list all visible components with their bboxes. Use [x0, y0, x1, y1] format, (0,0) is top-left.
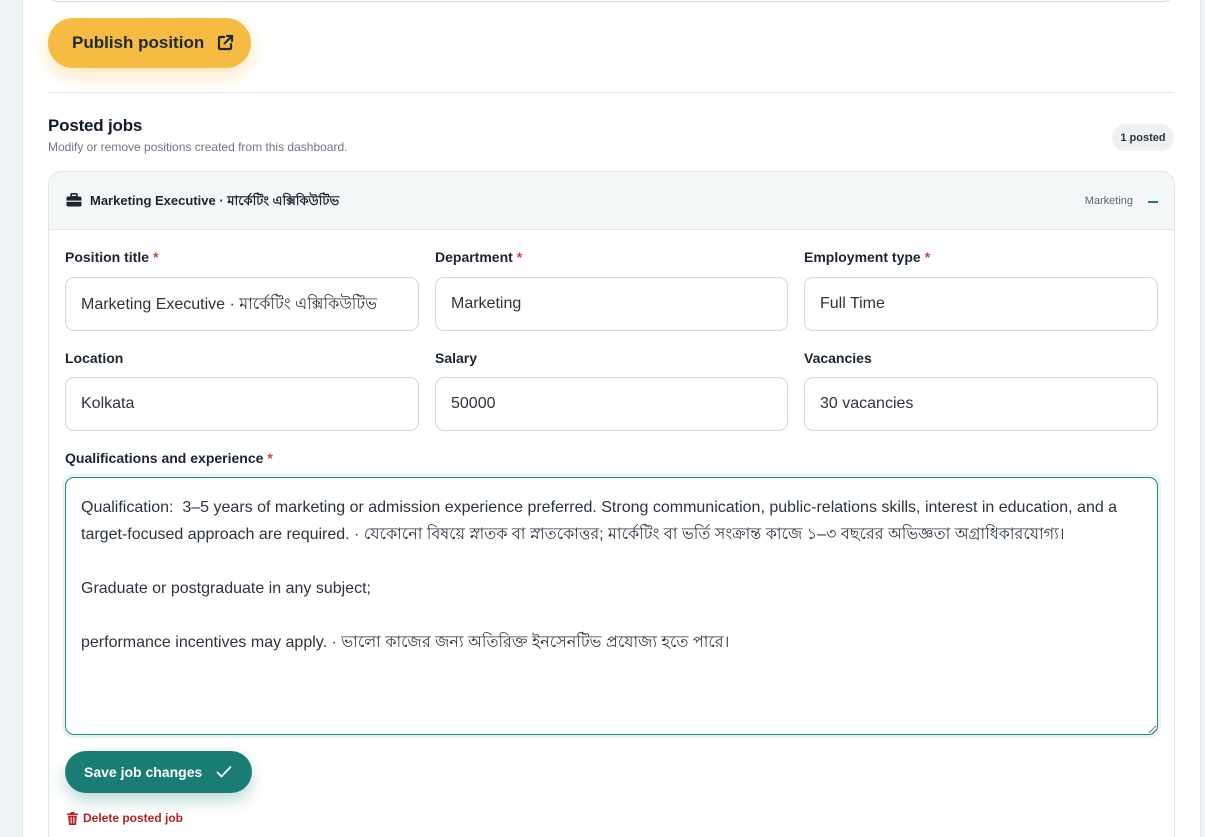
qualifications-label: Qualifications and experience *: [65, 450, 273, 466]
posted-jobs-subtitle: Modify or remove positions created from …: [48, 140, 348, 154]
required-marker: *: [924, 249, 931, 265]
vacancies-label: Vacancies: [804, 350, 872, 366]
collapse-minus-icon[interactable]: [1148, 201, 1158, 203]
job-department-tag: Marketing: [1084, 195, 1133, 207]
vacancies-input[interactable]: [804, 377, 1158, 431]
salary-input[interactable]: [435, 377, 788, 431]
position-title-label: Position title *: [65, 249, 159, 265]
publish-position-button[interactable]: Publish position: [48, 18, 251, 68]
section-divider: [48, 92, 1174, 93]
position-title-input[interactable]: [65, 277, 419, 331]
delete-posted-job-label: Delete posted job: [83, 811, 184, 825]
location-input[interactable]: [65, 377, 419, 431]
employment-type-input[interactable]: [804, 277, 1158, 331]
posted-jobs-title: Posted jobs: [48, 116, 143, 135]
department-label: Department *: [435, 249, 523, 265]
save-job-changes-label: Save job changes: [84, 764, 203, 780]
check-icon: [216, 766, 232, 778]
posted-count-badge: 1 posted: [1112, 124, 1174, 151]
required-marker: *: [516, 249, 523, 265]
required-marker: *: [153, 249, 159, 265]
job-card-header[interactable]: Marketing Executive · মার্কেটিং এক্সিকিউ…: [49, 172, 1174, 230]
trash-icon: [67, 811, 78, 825]
required-marker: *: [267, 450, 273, 466]
location-label: Location: [65, 350, 124, 366]
publish-position-label: Publish position: [72, 33, 205, 52]
save-job-changes-button[interactable]: Save job changes: [65, 751, 252, 793]
external-link-icon: [218, 34, 234, 51]
delete-posted-job-link[interactable]: Delete posted job: [67, 811, 183, 825]
qualifications-textarea[interactable]: Qualification: 3–5 years of marketing or…: [65, 477, 1158, 735]
previous-field-edge: [48, 0, 1174, 2]
salary-label: Salary: [435, 350, 478, 366]
job-card-title: Marketing Executive · মার্কেটিং এক্সিকিউ…: [90, 193, 340, 208]
employment-type-label: Employment type *: [804, 249, 931, 265]
department-input[interactable]: [435, 277, 788, 331]
briefcase-icon: [66, 193, 82, 207]
